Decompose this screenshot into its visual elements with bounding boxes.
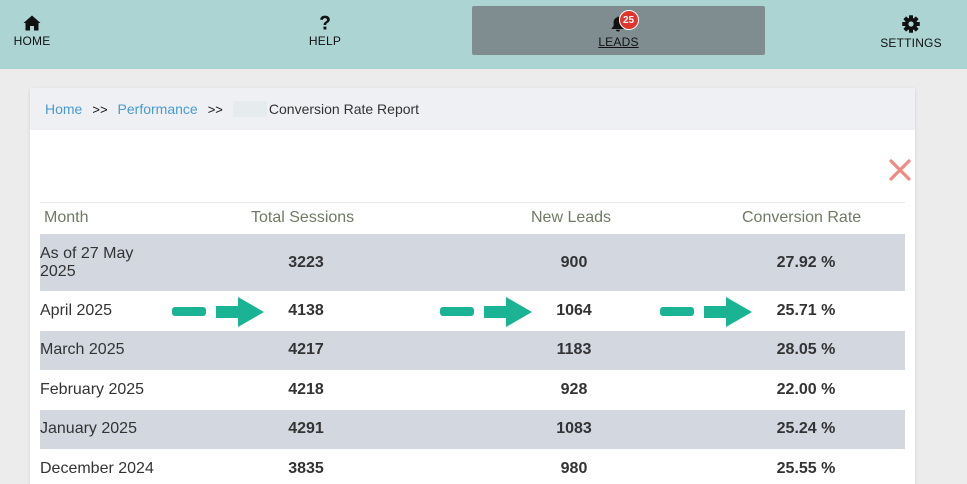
header-month: Month bbox=[44, 209, 89, 226]
close-icon[interactable] bbox=[888, 158, 912, 182]
bell-wrap: 25 bbox=[611, 10, 639, 32]
table-row: January 2025 4291 1083 25.24 % bbox=[40, 409, 905, 449]
breadcrumb-current: Conversion Rate Report bbox=[268, 101, 420, 117]
top-nav: HOME HELP 25 LEADS SETTINGS bbox=[0, 0, 967, 69]
cell-rate: 22.00 % bbox=[776, 380, 836, 398]
breadcrumb: Home >> Performance >> Conversion Rate R… bbox=[30, 88, 915, 130]
nav-help-label: HELP bbox=[308, 34, 342, 48]
nav-settings[interactable]: SETTINGS bbox=[878, 0, 944, 69]
cell-month: February 2025 bbox=[40, 380, 145, 398]
cell-month: As of 27 May 2025 bbox=[40, 244, 134, 280]
nav-leads-label: LEADS bbox=[598, 35, 639, 49]
arrow-right-icon bbox=[660, 297, 752, 327]
arrow-right-icon bbox=[440, 297, 532, 327]
arrow-right-icon bbox=[172, 297, 264, 327]
nav-leads[interactable]: 25 LEADS bbox=[472, 6, 765, 55]
nav-home-label: HOME bbox=[13, 34, 51, 48]
cell-leads: 980 bbox=[560, 459, 588, 477]
cell-rate: 25.71 % bbox=[776, 301, 836, 319]
question-icon bbox=[320, 15, 330, 30]
header-sessions: Total Sessions bbox=[251, 209, 355, 226]
table-row: As of 27 May 2025 3223 900 27.92 % bbox=[40, 234, 905, 291]
nav-help[interactable]: HELP bbox=[300, 0, 350, 69]
cell-month: March 2025 bbox=[40, 341, 125, 359]
nav-home[interactable]: HOME bbox=[8, 0, 56, 69]
header-leads: New Leads bbox=[531, 209, 612, 226]
cell-sessions: 4218 bbox=[288, 380, 324, 398]
cell-month: April 2025 bbox=[40, 301, 113, 319]
cell-leads: 1183 bbox=[556, 341, 592, 359]
cell-sessions: 4217 bbox=[288, 341, 324, 359]
cell-leads: 1083 bbox=[556, 420, 592, 438]
cell-rate: 25.55 % bbox=[776, 459, 836, 477]
table-row: December 2024 3835 980 25.55 % bbox=[40, 449, 905, 484]
table-row: February 2025 4218 928 22.00 % bbox=[40, 370, 905, 410]
cell-sessions: 4291 bbox=[288, 420, 324, 438]
cell-sessions: 3835 bbox=[288, 459, 324, 477]
gear-icon bbox=[902, 15, 920, 33]
cell-rate: 27.92 % bbox=[776, 253, 836, 271]
cell-rate: 25.24 % bbox=[776, 420, 836, 438]
table-row: March 2025 4217 1183 28.05 % bbox=[40, 330, 905, 370]
header-divider bbox=[40, 202, 905, 203]
home-icon bbox=[23, 15, 41, 31]
header-rate: Conversion Rate bbox=[742, 209, 862, 226]
cell-leads: 900 bbox=[560, 253, 588, 271]
cell-sessions: 3223 bbox=[288, 253, 324, 271]
breadcrumb-separator: >> bbox=[92, 101, 108, 117]
table-header: Month Total Sessions New Leads Conversio… bbox=[40, 206, 905, 234]
cell-leads: 928 bbox=[560, 380, 588, 398]
breadcrumb-placeholder bbox=[232, 101, 267, 117]
table-body: As of 27 May 2025 3223 900 27.92 % April… bbox=[40, 234, 905, 484]
cell-month: January 2025 bbox=[40, 420, 137, 438]
cell-month: December 2024 bbox=[40, 459, 154, 477]
breadcrumb-performance[interactable]: Performance bbox=[118, 101, 198, 117]
report-card: Home >> Performance >> Conversion Rate R… bbox=[30, 88, 915, 484]
cell-rate: 28.05 % bbox=[776, 341, 836, 359]
breadcrumb-home[interactable]: Home bbox=[45, 101, 82, 117]
nav-settings-label: SETTINGS bbox=[880, 36, 942, 50]
breadcrumb-separator: >> bbox=[207, 101, 223, 117]
leads-badge: 25 bbox=[618, 10, 639, 30]
